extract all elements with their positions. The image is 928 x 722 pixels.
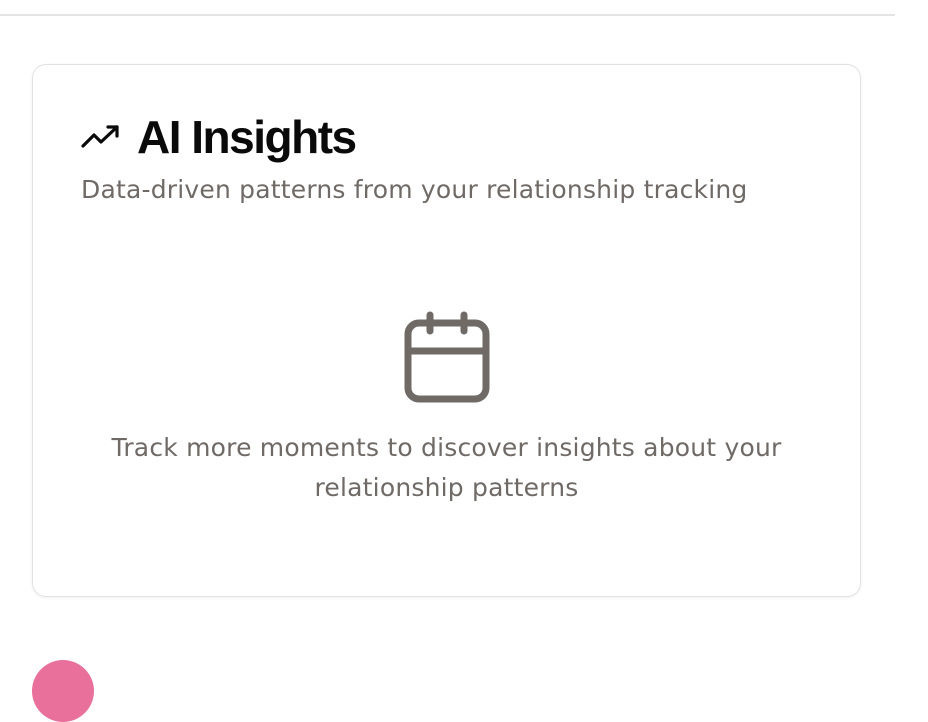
ai-insights-card: AI Insights Data-driven patterns from yo… [32,64,861,597]
section-icon-avatar [32,660,94,722]
card-subtitle: Data-driven patterns from your relations… [81,175,748,204]
title-row: AI Insights [81,109,820,165]
empty-state: Track more moments to discover insights … [33,311,860,508]
trending-up-icon [81,122,121,152]
next-section-heading [118,670,498,700]
empty-state-message: Track more moments to discover insights … [111,433,782,502]
card-header: AI Insights Data-driven patterns from yo… [81,109,820,204]
top-divider [0,14,895,16]
next-section [32,660,498,722]
card-title: AI Insights [137,111,357,163]
calendar-icon [404,311,490,403]
